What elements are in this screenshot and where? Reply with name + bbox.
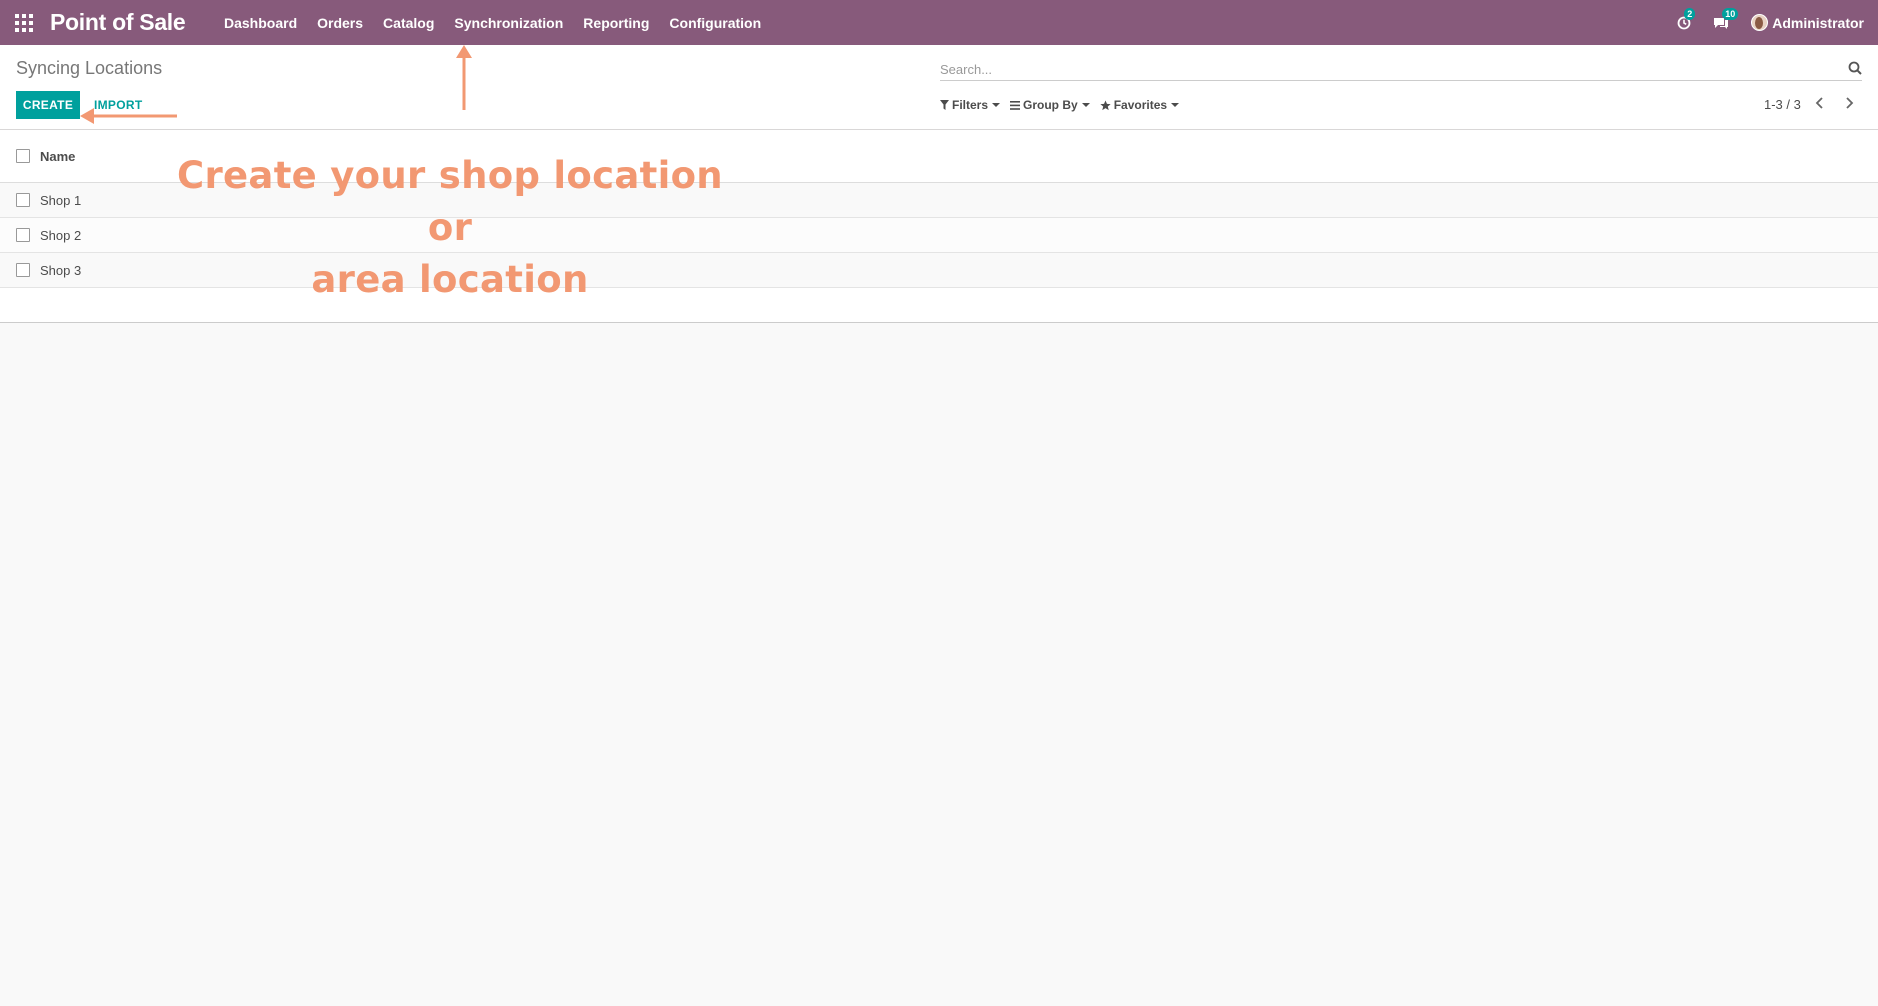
search-input[interactable] — [940, 58, 1862, 81]
select-all-checkbox[interactable] — [16, 149, 30, 163]
column-header-name[interactable]: Name — [40, 149, 75, 164]
chevron-right-icon[interactable] — [1841, 95, 1857, 111]
search-options: Filters Group By Favorites — [940, 98, 1189, 112]
row-checkbox[interactable] — [16, 263, 30, 277]
apps-grid-icon[interactable] — [15, 14, 33, 32]
pager-value[interactable]: 1-3 / 3 — [1764, 97, 1801, 112]
tutorial-annotation: Create your shop location or area locati… — [160, 150, 740, 306]
page-title: Syncing Locations — [16, 58, 163, 78]
create-button[interactable]: CREATE — [16, 91, 80, 119]
row-name: Shop 1 — [40, 193, 82, 208]
annotation-line-2: area location — [311, 258, 589, 301]
menu-orders[interactable]: Orders — [307, 0, 373, 45]
star-icon — [1100, 99, 1111, 110]
chevron-left-icon[interactable] — [1812, 95, 1828, 111]
menu-synchronization[interactable]: Synchronization — [444, 0, 573, 45]
menu-dashboard[interactable]: Dashboard — [214, 0, 307, 45]
group-by-label: Group By — [1023, 98, 1078, 112]
caret-down-icon — [992, 103, 1001, 107]
search-icon[interactable] — [1848, 61, 1862, 75]
menu-configuration[interactable]: Configuration — [659, 0, 771, 45]
messaging-menu[interactable]: 10 — [1713, 7, 1739, 30]
menu-catalog[interactable]: Catalog — [373, 0, 444, 45]
filters-button[interactable]: Filters — [940, 98, 1001, 112]
menu-reporting[interactable]: Reporting — [573, 0, 659, 45]
top-navbar: Point of Sale Dashboard Orders Catalog S… — [0, 0, 1878, 45]
row-checkbox[interactable] — [16, 193, 30, 207]
user-name: Administrator — [1772, 14, 1864, 31]
user-menu[interactable]: Administrator — [1751, 14, 1864, 31]
bars-icon — [1010, 100, 1021, 110]
annotation-line-1: Create your shop location or — [177, 154, 723, 249]
caret-down-icon — [1171, 103, 1180, 107]
activity-menu[interactable]: 2 — [1677, 7, 1696, 30]
app-brand[interactable]: Point of Sale — [50, 9, 186, 36]
control-panel: Syncing Locations CREATE IMPORT Filters … — [0, 45, 1878, 130]
favorites-button[interactable]: Favorites — [1100, 98, 1180, 112]
message-count-badge: 10 — [1722, 7, 1739, 20]
systray: 2 10 Administrator — [1655, 0, 1864, 45]
row-checkbox[interactable] — [16, 228, 30, 242]
avatar — [1751, 14, 1769, 31]
caret-down-icon — [1081, 103, 1090, 107]
filter-icon — [940, 100, 949, 110]
main-menu: Dashboard Orders Catalog Synchronization… — [214, 0, 771, 45]
filters-label: Filters — [952, 98, 989, 112]
import-button[interactable]: IMPORT — [94, 98, 142, 112]
group-by-button[interactable]: Group By — [1010, 98, 1090, 112]
activity-count-badge: 2 — [1684, 7, 1696, 20]
row-name: Shop 3 — [40, 263, 82, 278]
favorites-label: Favorites — [1113, 98, 1168, 112]
row-name: Shop 2 — [40, 228, 82, 243]
